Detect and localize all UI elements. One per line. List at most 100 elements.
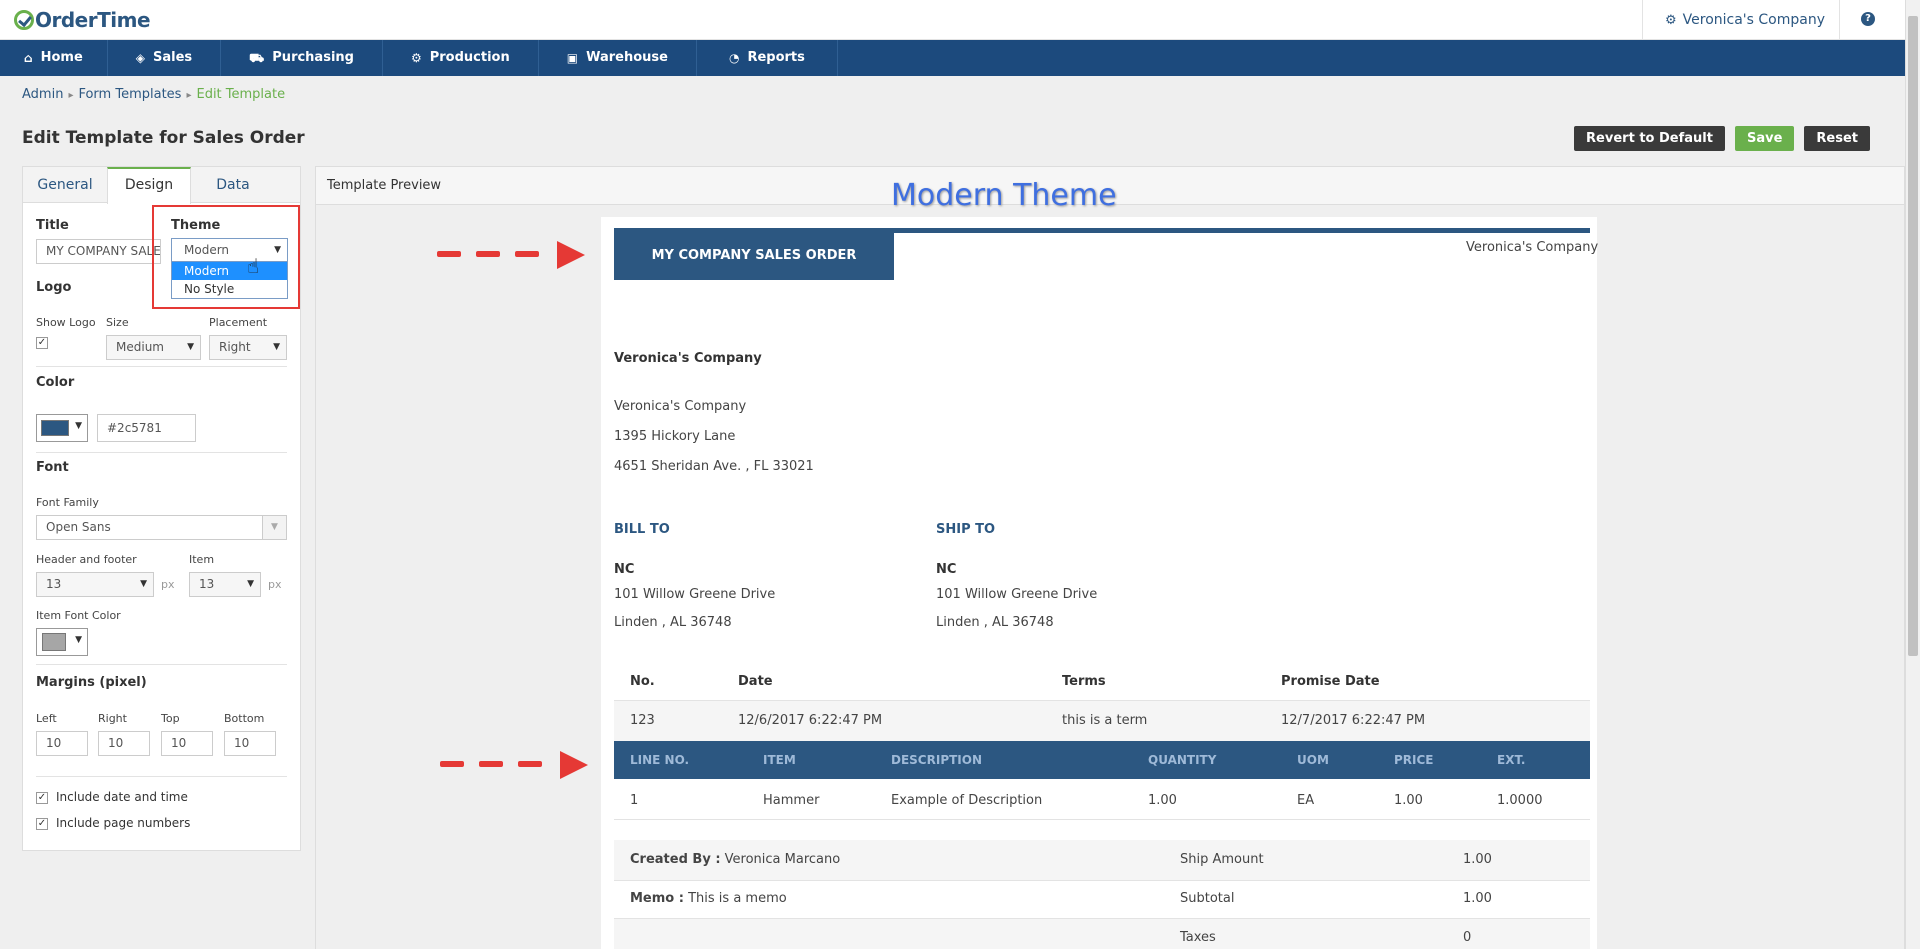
- nav-label: Home: [40, 50, 83, 65]
- taxes-value: 0: [1463, 930, 1472, 945]
- divider: [614, 819, 1590, 820]
- taxes-label: Taxes: [1180, 930, 1216, 945]
- order-no-header: No.: [630, 674, 655, 689]
- subtotal-label: Subtotal: [1180, 891, 1235, 906]
- nav-warehouse[interactable]: ▣ Warehouse: [539, 40, 697, 76]
- margin-top-label: Top: [161, 712, 180, 725]
- annotation-arrow-icon: [440, 751, 590, 779]
- include-date-checkbox[interactable]: ✓: [36, 792, 48, 804]
- settings-tabs: General Design Data: [23, 167, 300, 204]
- summary-row: [614, 919, 1590, 949]
- company-addr2: 4651 Sheridan Ave. , FL 33021: [614, 459, 814, 474]
- logo-placement-select[interactable]: Right ▼: [209, 335, 287, 360]
- theme-select-current[interactable]: Modern ▼: [172, 239, 287, 262]
- font-family-select[interactable]: Open Sans ▼: [36, 515, 287, 540]
- logo-label: Logo: [36, 280, 72, 295]
- nav-home[interactable]: ⌂ Home: [0, 40, 108, 76]
- pie-chart-icon: ◔: [728, 51, 740, 65]
- help-icon[interactable]: ?: [1861, 12, 1875, 26]
- nav-purchasing[interactable]: ⛟ Purchasing: [221, 40, 383, 76]
- order-promise: 12/7/2017 6:22:47 PM: [1281, 713, 1426, 728]
- tab-design[interactable]: Design: [107, 167, 191, 204]
- arrow-dash: [437, 251, 461, 257]
- theme-select[interactable]: Modern ▼ Modern No Style: [171, 238, 288, 299]
- cart-icon: ⛟: [249, 51, 265, 65]
- company-addr1: 1395 Hickory Lane: [614, 429, 736, 444]
- save-button[interactable]: Save: [1734, 126, 1795, 151]
- col-quantity: QUANTITY: [1148, 753, 1217, 767]
- divider: [614, 880, 1590, 881]
- reset-button[interactable]: Reset: [1804, 126, 1870, 151]
- col-item: ITEM: [763, 753, 796, 767]
- item-quantity: 1.00: [1148, 793, 1177, 808]
- app-logo[interactable]: OrderTime: [14, 8, 151, 32]
- nav-sales[interactable]: ◈ Sales: [108, 40, 222, 76]
- item-price: 1.00: [1394, 793, 1423, 808]
- nav-label: Purchasing: [272, 50, 354, 65]
- breadcrumb-form-templates[interactable]: Form Templates: [78, 87, 181, 102]
- bill-addr1: 101 Willow Greene Drive: [614, 587, 776, 602]
- order-terms-header: Terms: [1062, 674, 1106, 689]
- nav-reports[interactable]: ◔ Reports: [697, 40, 838, 76]
- title-input[interactable]: MY COMPANY SALES ORDER: [36, 239, 161, 264]
- chevron-down-icon: ▼: [187, 342, 194, 352]
- header-footer-size-value: 13: [46, 577, 62, 591]
- show-logo-checkbox[interactable]: ✓: [36, 337, 48, 349]
- breadcrumb-separator-icon: ▸: [186, 90, 192, 101]
- item-font-color-button[interactable]: ▼: [36, 628, 88, 656]
- arrow-dash: [479, 761, 503, 767]
- include-pages-label: Include page numbers: [56, 816, 191, 830]
- tab-general[interactable]: General: [23, 167, 107, 202]
- subtotal-value: 1.00: [1463, 891, 1492, 906]
- col-ext: EXT.: [1497, 753, 1526, 767]
- item-size-select[interactable]: 13 ▼: [189, 572, 261, 597]
- page-scrollbar[interactable]: [1905, 0, 1920, 949]
- company-menu[interactable]: ⚙ Veronica's Company: [1641, 0, 1840, 40]
- header-footer-label: Header and footer: [36, 553, 137, 566]
- margin-bottom-label: Bottom: [224, 712, 265, 725]
- margin-bottom-input[interactable]: 10: [224, 731, 276, 756]
- nav-label: Reports: [747, 50, 805, 65]
- size-label: Size: [106, 316, 129, 329]
- color-swatch: [41, 420, 69, 436]
- margin-left-input[interactable]: 10: [36, 731, 88, 756]
- memo-label: Memo :: [630, 891, 684, 906]
- color-picker-button[interactable]: ▼: [36, 414, 88, 442]
- tag-icon: ◈: [135, 51, 146, 65]
- breadcrumb-current: Edit Template: [196, 87, 286, 102]
- breadcrumb-admin[interactable]: Admin: [22, 87, 63, 102]
- order-terms: this is a term: [1062, 713, 1148, 728]
- nav-production[interactable]: ⚙ Production: [383, 40, 539, 76]
- arrow-dash: [440, 761, 464, 767]
- company-bold: Veronica's Company: [614, 351, 762, 366]
- theme-option-modern[interactable]: Modern: [172, 262, 287, 280]
- divider: [36, 776, 287, 777]
- breadcrumb: Admin ▸ Form Templates ▸ Edit Template: [22, 87, 285, 102]
- logo-size-value: Medium: [116, 340, 164, 354]
- header-footer-size-select[interactable]: 13 ▼: [36, 572, 154, 597]
- theme-option-no-style[interactable]: No Style: [172, 280, 287, 298]
- revert-to-default-button[interactable]: Revert to Default: [1574, 126, 1725, 151]
- item-font-color-swatch: [42, 633, 66, 651]
- scrollbar-thumb[interactable]: [1908, 16, 1918, 656]
- include-pages-checkbox[interactable]: ✓: [36, 818, 48, 830]
- logo-size-select[interactable]: Medium ▼: [106, 335, 201, 360]
- placement-label: Placement: [209, 316, 268, 329]
- margin-right-input[interactable]: 10: [98, 731, 150, 756]
- font-family-label: Font Family: [36, 496, 99, 509]
- order-date: 12/6/2017 6:22:47 PM: [738, 713, 883, 728]
- margin-right-label: Right: [98, 712, 127, 725]
- title-label: Title: [36, 218, 69, 233]
- arrow-head: [557, 241, 585, 269]
- ship-amount-label: Ship Amount: [1180, 852, 1264, 867]
- action-buttons: Revert to Default Save Reset: [1574, 126, 1870, 151]
- tab-data[interactable]: Data: [191, 167, 275, 202]
- top-bar: OrderTime ⚙ Veronica's Company ?: [0, 0, 1905, 40]
- cogs-icon: ⚙: [410, 51, 422, 65]
- color-hex-input[interactable]: #2c5781: [97, 414, 196, 442]
- created-by: Created By : Veronica Marcano: [630, 852, 840, 867]
- theme-select-value: Modern: [184, 243, 230, 257]
- col-uom: UOM: [1297, 753, 1329, 767]
- nav-label: Sales: [153, 50, 193, 65]
- margin-top-input[interactable]: 10: [161, 731, 213, 756]
